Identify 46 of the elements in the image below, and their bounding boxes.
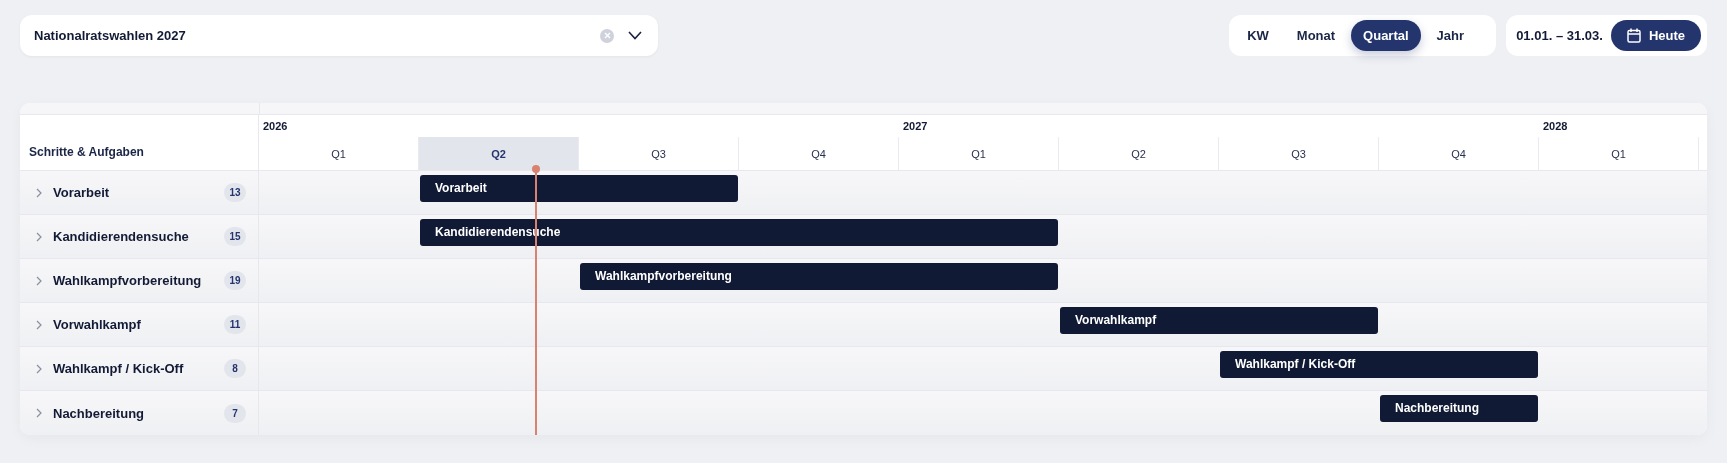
expand-icon[interactable]	[34, 363, 44, 374]
step-name: Wahlkampfvorbereitung	[53, 273, 203, 288]
count-badge: 15	[224, 227, 246, 246]
select-value: Nationalratswahlen 2027	[34, 28, 187, 43]
clear-icon[interactable]	[600, 28, 614, 43]
quarter-header: Q3	[579, 137, 739, 170]
year-label: 2028	[1542, 119, 1569, 134]
task-bar[interactable]: Vorarbeit	[420, 175, 738, 202]
view-tab[interactable]: Monat	[1284, 20, 1348, 51]
project-select[interactable]: Nationalratswahlen 2027	[20, 15, 658, 56]
step-name: Kandidierendensuche	[53, 229, 190, 244]
quarter-header: Q2	[419, 137, 579, 170]
step-name: Vorwahlkampf	[53, 317, 142, 332]
quarter-header: Q3	[1219, 137, 1379, 170]
quarter-header: Q1	[1539, 137, 1699, 170]
step-name: Wahlkampf / Kick-Off	[53, 361, 185, 376]
expand-icon[interactable]	[34, 408, 44, 418]
expand-icon[interactable]	[34, 275, 44, 286]
quarter-header: Q2	[1059, 137, 1219, 170]
expand-icon[interactable]	[34, 319, 44, 330]
step-name: Nachbereitung	[53, 405, 145, 421]
today-button[interactable]: Heute	[1610, 20, 1701, 51]
count-badge: 19	[224, 271, 246, 290]
count-badge: 7	[224, 403, 246, 423]
count-badge: 13	[224, 183, 246, 202]
quarter-header: Q4	[1379, 137, 1539, 170]
quarter-header: Q1	[899, 137, 1059, 170]
task-bar[interactable]: Nachbereitung	[1380, 395, 1538, 422]
count-badge: 8	[224, 359, 246, 378]
year-label: 2026	[262, 119, 289, 134]
quarter-header: Q4	[739, 137, 899, 170]
expand-icon[interactable]	[34, 187, 44, 198]
year-label: 2027	[902, 119, 929, 134]
view-tab[interactable]: Jahr	[1424, 20, 1477, 51]
task-bar[interactable]: Vorwahlkampf	[1060, 307, 1378, 334]
column-header: Schritte & Aufgaben	[29, 145, 144, 159]
calendar-icon	[1626, 28, 1641, 43]
count-badge: 11	[224, 315, 246, 334]
chevron-down-icon[interactable]	[628, 31, 642, 40]
task-bar[interactable]: Wahlkampfvorbereitung	[580, 263, 1058, 290]
task-bar[interactable]: Wahlkampf / Kick-Off	[1220, 351, 1538, 378]
view-tab[interactable]: Quartal	[1351, 20, 1421, 51]
expand-icon[interactable]	[34, 231, 44, 242]
view-tab[interactable]: KW	[1235, 20, 1281, 51]
date-range: 01.01. – 31.03.	[1516, 28, 1603, 43]
step-name: Vorarbeit	[53, 185, 111, 200]
